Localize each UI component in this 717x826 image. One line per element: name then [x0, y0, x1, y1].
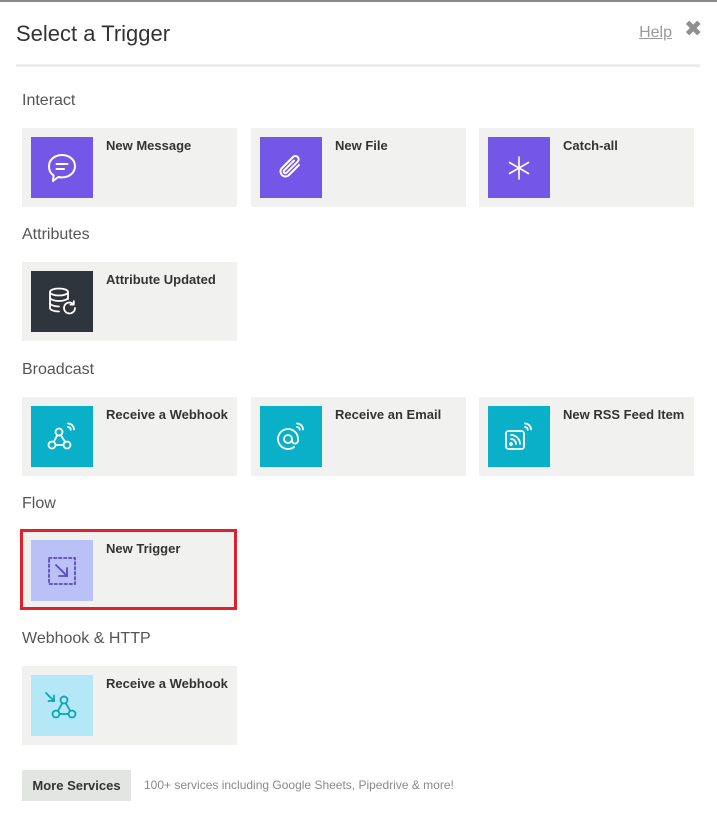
help-link[interactable]: Help — [639, 24, 672, 42]
section-title-broadcast: Broadcast — [22, 361, 95, 378]
rss-feed-icon — [488, 406, 550, 467]
trigger-card-new-message[interactable]: New Message — [22, 128, 237, 207]
trigger-card-new-rss-feed-item[interactable]: New RSS Feed Item — [479, 397, 694, 476]
more-services-button[interactable]: More Services — [22, 770, 131, 801]
card-label: Catch-all — [563, 138, 618, 153]
card-label: Receive a Webhook — [106, 676, 228, 691]
trigger-card-receive-email[interactable]: Receive an Email — [251, 397, 466, 476]
card-label: New Message — [106, 138, 192, 153]
trigger-card-new-trigger[interactable]: New Trigger — [22, 531, 237, 610]
trigger-arrow-icon — [31, 540, 93, 601]
section-title-webhook-http: Webhook & HTTP — [22, 630, 151, 647]
trigger-card-catch-all[interactable]: Catch-all — [479, 128, 694, 207]
chat-bubble-icon — [31, 137, 93, 198]
trigger-card-new-file[interactable]: New File — [251, 128, 466, 207]
at-sign-icon — [260, 406, 322, 467]
trigger-card-attribute-updated[interactable]: Attribute Updated — [22, 262, 237, 341]
section-title-interact: Interact — [22, 92, 76, 109]
dialog-title: Select a Trigger — [16, 21, 171, 46]
section-title-flow: Flow — [22, 495, 56, 512]
card-label: Receive a Webhook — [106, 407, 228, 422]
more-services-description: 100+ services including Google Sheets, P… — [144, 778, 454, 792]
webhook-icon — [31, 675, 93, 736]
trigger-card-http-receive-webhook[interactable]: Receive a Webhook — [22, 666, 237, 745]
trigger-card-receive-webhook[interactable]: Receive a Webhook — [22, 397, 237, 476]
header-divider — [16, 64, 700, 67]
card-label: Attribute Updated — [106, 272, 216, 287]
card-label: Receive an Email — [335, 407, 442, 422]
asterisk-icon — [488, 137, 550, 198]
database-refresh-icon — [31, 271, 93, 332]
card-label: New File — [335, 138, 388, 153]
close-icon[interactable]: ✖ — [684, 18, 702, 40]
section-title-attributes: Attributes — [22, 226, 90, 243]
dialog-header: Select a Trigger Help ✖ — [16, 0, 702, 64]
card-label: New RSS Feed Item — [563, 407, 685, 422]
card-label: New Trigger — [106, 541, 181, 556]
webhook-icon — [31, 406, 93, 467]
paperclip-icon — [260, 137, 322, 198]
